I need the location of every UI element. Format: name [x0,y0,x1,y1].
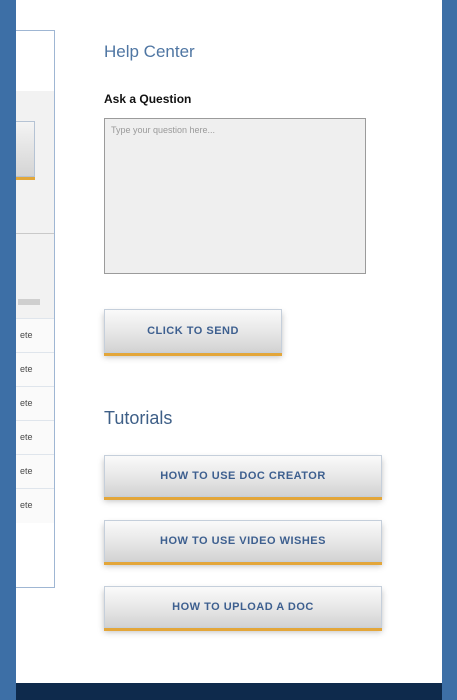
help-center-title: Help Center [104,42,195,61]
left-panel-scrollbar[interactable] [18,299,40,305]
list-item-label: ete [20,466,33,476]
tutorial-doc-creator-button[interactable]: HOW TO USE DOC CREATOR [104,455,382,497]
footer-bar [16,683,442,700]
list-item[interactable]: ete [16,454,54,489]
list-item-label: ete [20,432,33,442]
list-item[interactable]: ete [16,488,54,523]
left-panel-divider [16,233,54,234]
list-item[interactable]: ete [16,352,54,387]
list-item-label: ete [20,398,33,408]
list-item[interactable]: ete [16,420,54,455]
ask-question-label: Ask a Question [104,92,192,106]
list-item-label: ete [20,500,33,510]
send-button[interactable]: CLICK TO SEND [104,309,282,353]
list-item-label: ete [20,330,33,340]
list-item-label: ete [20,364,33,374]
left-panel-button[interactable] [16,121,35,177]
tutorials-title: Tutorials [104,408,173,428]
question-input[interactable] [104,118,366,274]
tutorial-upload-doc-button[interactable]: HOW TO UPLOAD A DOC [104,586,382,628]
tutorial-video-wishes-button[interactable]: HOW TO USE VIDEO WISHES [104,520,382,562]
list-item[interactable]: ete [16,318,54,353]
list-item[interactable]: ete [16,386,54,421]
left-side-panel: ete ete ete ete ete ete [16,30,55,588]
